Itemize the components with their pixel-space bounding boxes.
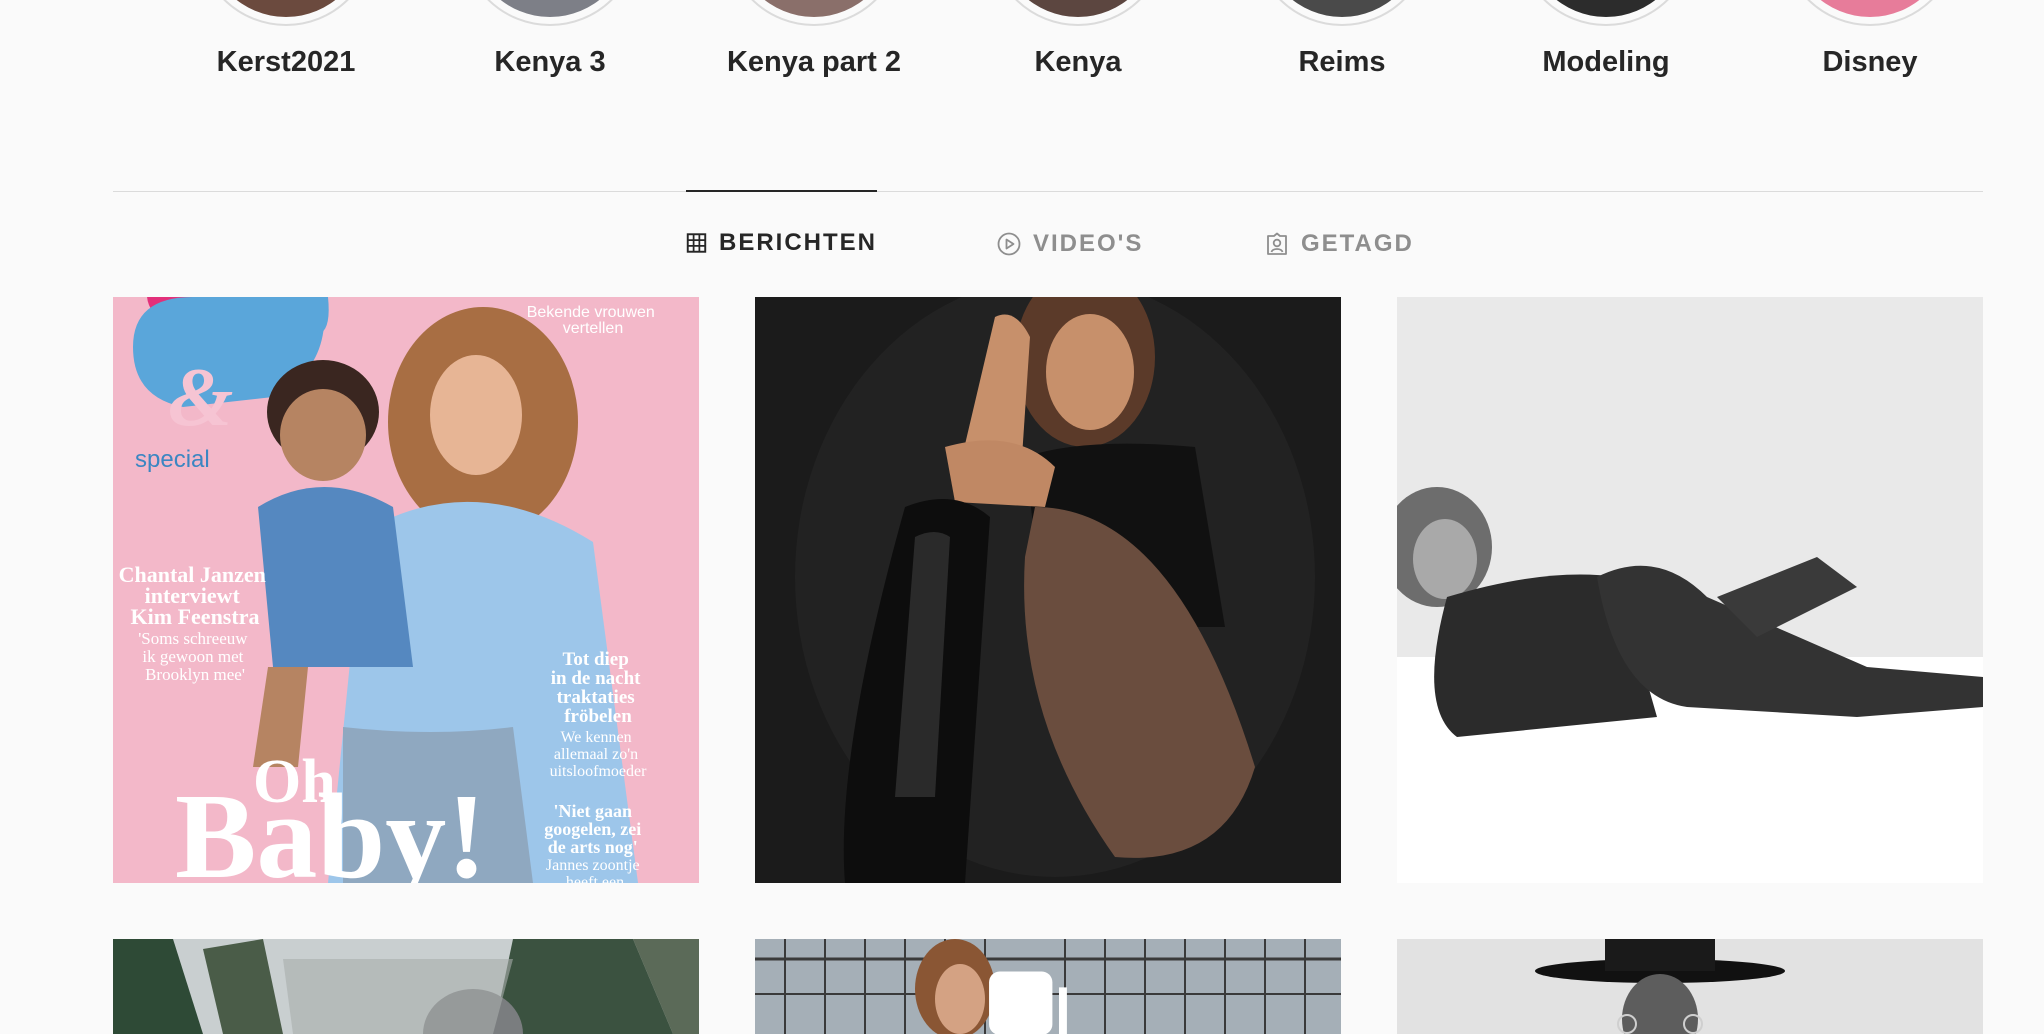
highlight-kenya-3[interactable]: Kenya 3 [450, 0, 650, 79]
highlight-cover-image [998, 0, 1158, 17]
play-circle-icon [997, 232, 1021, 256]
highlight-cover-image [470, 0, 630, 17]
highlight-disney[interactable]: Disney [1770, 0, 1970, 79]
post-tile-fence-photo[interactable] [755, 939, 1341, 1034]
magazine-special-label: special [135, 446, 210, 473]
tab-posts[interactable]: BERICHTEN [686, 190, 877, 294]
highlight-ring [1517, 0, 1695, 26]
highlight-cover-image [1262, 0, 1422, 17]
post-tile-studio-photo[interactable] [755, 297, 1341, 883]
grid-icon [686, 233, 707, 253]
highlight-label: Kenya 3 [494, 46, 606, 78]
highlight-cover-image [1790, 0, 1950, 17]
studio-photo-image [755, 297, 1341, 883]
magazine-left-subline: 'Soms schreeuw ik gewoon met Brooklyn me… [138, 629, 252, 684]
highlight-modeling[interactable]: Modeling [1506, 0, 1706, 79]
highlight-label: Reims [1298, 46, 1386, 78]
magazine-title-baby: Baby! [175, 769, 487, 883]
highlight-cover-image [206, 0, 366, 17]
highlight-label: Kenya part 2 [726, 46, 902, 78]
highlight-ring [1253, 0, 1431, 26]
tab-posts-label: BERICHTEN [718, 229, 877, 256]
post-tile-bw-photo[interactable] [1397, 297, 1983, 883]
post-tile-forest-photo[interactable] [113, 939, 699, 1034]
multiple-images-icon [989, 971, 1067, 1034]
magazine-right-subline: We kennen allemaal zo'n uitsloofmoeder [550, 729, 648, 780]
bw-photo-image [1397, 297, 1983, 883]
tab-tagged[interactable]: GETAGD [1265, 192, 1414, 296]
story-highlights: Kerst2021 Kenya 3 Kenya part 2 Kenya Rei… [0, 0, 2044, 100]
highlight-ring [989, 0, 1167, 26]
tagged-person-icon [1267, 232, 1287, 255]
profile-tabs: BERICHTEN VIDEO'S GETAGD [0, 190, 2044, 296]
highlight-label: Modeling [1542, 46, 1670, 78]
highlight-label: Kenya [1034, 46, 1122, 78]
highlight-cover-image [1526, 0, 1686, 17]
post-tile-hat-photo[interactable] [1397, 939, 1983, 1034]
highlight-reims[interactable]: Reims [1242, 0, 1442, 79]
tab-videos[interactable]: VIDEO'S [997, 192, 1143, 296]
highlight-ring [1781, 0, 1959, 26]
magazine-bottom-right-text: 'Niet gaan googelen, zei de arts nog' Ja… [544, 801, 645, 883]
highlight-ring [725, 0, 903, 26]
magazine-brand-symbol: & [168, 351, 233, 444]
highlight-label: Kerst2021 [216, 46, 356, 78]
highlight-kerst2021[interactable]: Kerst2021 [186, 0, 386, 79]
highlight-label: Disney [1822, 46, 1918, 78]
highlight-kenya-part-2[interactable]: Kenya part 2 [714, 0, 914, 79]
hat-photo-image [1397, 939, 1983, 1034]
magazine-right-headline: Tot diep in de nacht traktaties fröbelen [551, 649, 646, 727]
highlight-ring [197, 0, 375, 26]
forest-photo-image [113, 939, 699, 1034]
highlight-ring [461, 0, 639, 26]
post-tile-magazine-cover[interactable]: & special Bekende vrouwen vertellen Chan… [113, 297, 699, 883]
magazine-cover-image: & special Bekende vrouwen vertellen Chan… [113, 297, 699, 883]
tab-tagged-label: GETAGD [1301, 230, 1414, 257]
highlight-cover-image [734, 0, 894, 17]
highlight-kenya[interactable]: Kenya [978, 0, 1178, 79]
tab-videos-label: VIDEO'S [1033, 230, 1144, 257]
